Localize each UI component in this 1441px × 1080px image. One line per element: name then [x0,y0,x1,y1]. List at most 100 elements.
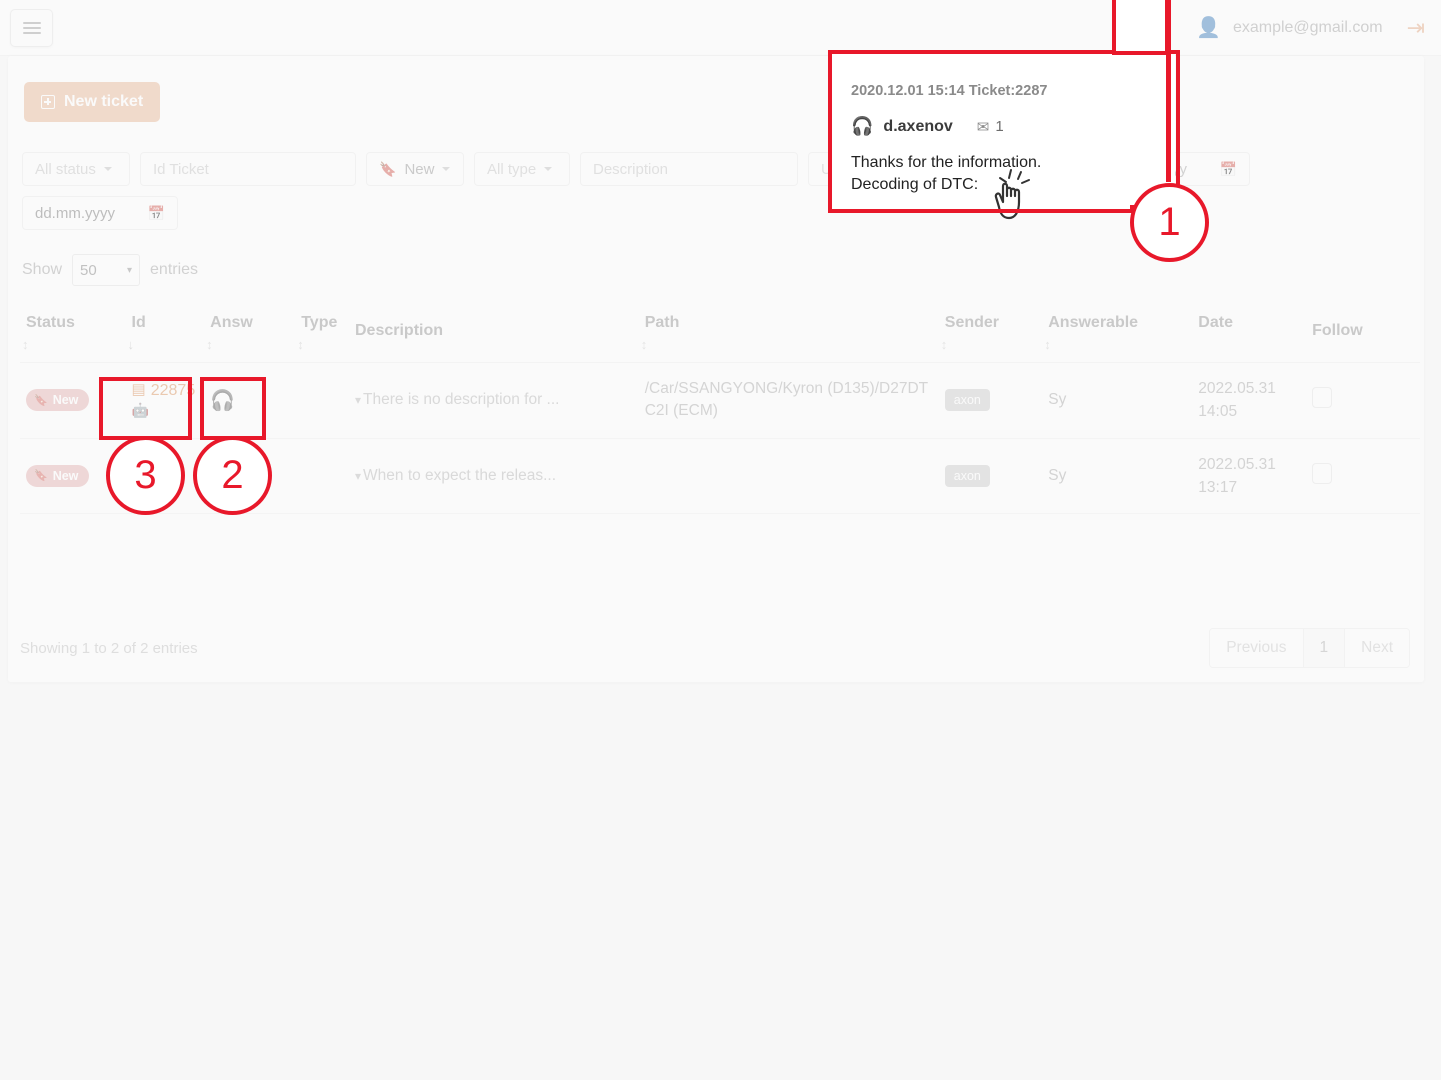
tag-icon: 🔖 [379,161,396,178]
tag-icon: 🔖 [34,394,48,407]
sender-chip: axon [945,389,990,411]
popup-user-name: d.axenov [883,118,952,136]
tickets-card: New ticket All status Id Ticket 🔖 New Al… [8,56,1424,682]
calendar-icon: 📅 [148,205,165,222]
sort-desc-icon: ↓ [128,337,134,352]
cell-follow [1306,438,1420,514]
popup-meta: 2020.12.01 15:14 Ticket:2287 [851,83,1175,99]
show-entries-suffix: entries [150,261,198,279]
pagination: Previous 1 Next [1209,628,1410,668]
status-badge: 🔖 New [26,389,89,411]
sort-icon: ↕ [22,337,28,352]
col-description[interactable]: Description [349,304,639,363]
cell-description[interactable]: ▾There is no description for ... [349,363,639,439]
col-sender[interactable]: ↕ Sender [939,304,1042,363]
chevron-down-icon [544,167,552,171]
filter-description-input[interactable]: Description [580,152,798,186]
col-type[interactable]: ↕ Type [295,304,349,363]
robot-icon: 🤖 [132,467,149,483]
hamburger-icon[interactable] [10,9,53,47]
table-header-row: ↕ Status ↓ Id ↕ Answ ↕ Type [20,304,1420,363]
col-description-label: Description [355,322,443,339]
hamburger-line [23,27,41,29]
cell-id[interactable]: ▤ 22875 🤖 [126,363,205,439]
tag-icon: 🔖 [34,469,48,482]
cell-id[interactable]: 🤖 [126,438,205,514]
chevron-down-icon: ▾ [127,265,132,276]
sort-icon: ↕ [297,337,303,352]
logout-icon[interactable]: ⇥ [1399,15,1441,41]
show-entries-select[interactable]: 50 ▾ [72,254,140,286]
notifications-button[interactable]: 🔔 0 [1124,0,1180,55]
table-footer: Showing 1 to 2 of 2 entries Previous 1 N… [20,628,1410,668]
calendar-icon: 📅 [1220,161,1237,178]
cell-type [295,438,349,514]
table-body: 🔖 New ▤ 22875 🤖 🎧 [20,363,1420,514]
follow-checkbox[interactable] [1312,387,1332,408]
filter-type-dropdown[interactable]: All type [474,152,570,186]
status-badge-label: New [53,469,79,483]
new-ticket-button[interactable]: New ticket [24,82,160,122]
answerable-text: Sy [1048,467,1066,484]
application-root: 🔔 0 👤 example@gmail.com ⇥ New ticket All… [0,0,1441,1080]
cell-path: /Car/SSANGYONG/Kyron (D135)/D27DT C2I (E… [639,363,939,439]
col-date-label: Date [1198,314,1233,331]
table-row[interactable]: 🔖 New 🤖 ▾When to expect the releas... [20,438,1420,514]
cell-status: 🔖 New [20,363,126,439]
cell-sender: axon [939,438,1042,514]
col-path[interactable]: ↕ Path [639,304,939,363]
popup-user-row: 🎧 d.axenov ✉ 1 [851,116,1175,137]
cell-description[interactable]: ▾When to expect the releas... [349,438,639,514]
popup-user: 🎧 d.axenov [851,116,953,137]
col-answerable-label: Answerable [1048,314,1138,331]
hamburger-line [23,32,41,34]
date-text: 2022.05.31 13:17 [1198,456,1276,496]
sort-icon: ↕ [941,337,947,352]
list-icon: ▤ [132,381,146,400]
col-follow-label: Follow [1312,322,1363,339]
col-answ[interactable]: ↕ Answ [204,304,295,363]
cell-date: 2022.05.31 14:05 [1192,363,1306,439]
col-follow[interactable]: Follow [1306,304,1420,363]
col-date[interactable]: Date [1192,304,1306,363]
filter-state-dropdown[interactable]: 🔖 New [366,152,464,186]
chevron-down-icon[interactable]: ▾ [355,469,361,483]
envelope-icon: ✉ [977,118,990,136]
path-text: /Car/SSANGYONG/Kyron (D135)/D27DT C2I (E… [645,380,928,419]
cell-answerable: Sy [1042,438,1192,514]
date-text: 2022.05.31 14:05 [1198,380,1276,420]
cell-status: 🔖 New [20,438,126,514]
cell-answerable: Sy [1042,363,1192,439]
popup-mail: ✉ 1 [977,118,1004,136]
ticket-id-link[interactable]: 22875 [151,381,196,401]
filter-id-ticket-placeholder: Id Ticket [153,161,209,178]
tickets-table: ↕ Status ↓ Id ↕ Answ ↕ Type [20,304,1420,514]
table-row[interactable]: 🔖 New ▤ 22875 🤖 🎧 [20,363,1420,439]
filter-status-dropdown[interactable]: All status [22,152,130,186]
col-answerable[interactable]: ↕ Answerable [1042,304,1192,363]
headset-icon[interactable]: 🎧 [210,390,235,412]
pagination-next[interactable]: Next [1345,629,1409,667]
top-bar-right: 🔔 0 👤 example@gmail.com ⇥ [1124,0,1441,55]
col-status-label: Status [26,314,75,331]
filter-status-label: All status [35,161,96,178]
new-ticket-label: New ticket [64,93,143,111]
chevron-down-icon [442,167,450,171]
pagination-page-1[interactable]: 1 [1304,629,1346,667]
filter-id-ticket-input[interactable]: Id Ticket [140,152,356,186]
filter-date-to-input[interactable]: dd.mm.yyyy 📅 [22,196,178,230]
col-status[interactable]: ↕ Status [20,304,126,363]
col-answ-label: Answ [210,314,253,331]
col-id-label: Id [132,314,146,331]
sort-icon: ↕ [641,337,647,352]
cell-follow [1306,363,1420,439]
chevron-down-icon[interactable]: ▾ [355,393,361,407]
follow-checkbox[interactable] [1312,463,1332,484]
sender-chip: axon [945,465,990,487]
user-block[interactable]: 👤 example@gmail.com [1180,15,1399,40]
col-id[interactable]: ↓ Id [126,304,205,363]
pagination-previous[interactable]: Previous [1210,629,1303,667]
filter-type-label: All type [487,161,536,178]
id-line: ▤ 22875 [132,381,199,401]
show-entries-row: Show 50 ▾ entries [22,254,198,286]
